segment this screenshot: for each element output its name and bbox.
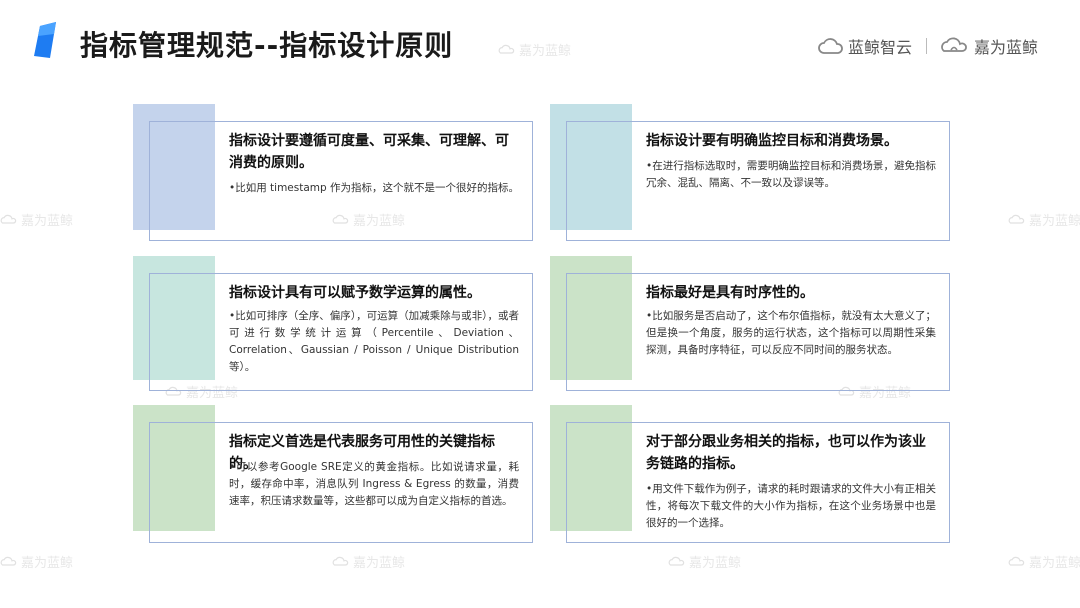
watermark-text: 嘉为蓝鲸: [1029, 214, 1080, 229]
watermark: 嘉为蓝鲸: [1008, 210, 1080, 229]
watermark-text: 嘉为蓝鲸: [353, 556, 406, 571]
card-body: •比如用 timestamp 作为指标，这个就不是一个很好的指标。: [229, 182, 520, 194]
logo-mark-icon: [34, 22, 56, 58]
card-heading: 指标最好是具有时序性的。: [646, 285, 814, 301]
card-body: •用文件下载作为例子，请求的耗时跟请求的文件大小有正相关性，将每次下载文件的大小…: [646, 483, 936, 529]
watermark-logo-icon: [668, 556, 685, 566]
principle-card: 指标设计要有明确监控目标和消费场景。 •在进行指标选取时，需要明确监控目标和消费…: [550, 104, 950, 241]
principle-card: 指标定义首选是代表服务可用性的关键指标的。 •可以参考Google SRE定义的…: [133, 405, 533, 543]
watermark: 嘉为蓝鲸: [0, 552, 73, 571]
watermark-logo-icon: [498, 44, 515, 54]
card-body: •比如可排序（全序、偏序），可运算（加减乘除与或非），或者可进行数学统计运算（P…: [229, 310, 519, 373]
watermark-text: 嘉为蓝鲸: [1029, 556, 1080, 571]
watermark-text: 嘉为蓝鲸: [21, 556, 74, 571]
watermark-logo-icon: [1008, 214, 1025, 224]
page-title: 指标管理规范--指标设计原则: [80, 29, 454, 62]
card-body: •可以参考Google SRE定义的黄金指标。比如说请求量，耗时，缓存命中率，消…: [229, 461, 519, 507]
brand-divider: [926, 38, 927, 54]
principle-card: 对于部分跟业务相关的指标，也可以作为该业务链路的指标。 •用文件下载作为例子，请…: [550, 405, 950, 543]
principle-card: 指标最好是具有时序性的。 •比如服务是否启动了，这个布尔值指标，就没有太大意义了…: [550, 256, 950, 391]
watermark-logo-icon: [1008, 556, 1025, 566]
watermark-logo-icon: [0, 556, 17, 566]
card-heading: 指标设计具有可以赋予数学运算的属性。: [229, 285, 481, 301]
whale-logo-icon: [941, 37, 967, 52]
card-heading: 指标设计要遵循可度量、可采集、可理解、可消费的原则。: [229, 133, 509, 171]
watermark-logo-icon: [0, 214, 17, 224]
brand-secondary: 嘉为蓝鲸: [940, 34, 1038, 58]
watermark-text: 嘉为蓝鲸: [519, 44, 572, 59]
brand-primary: 蓝鲸智云: [818, 34, 912, 58]
watermark-text: 嘉为蓝鲸: [21, 214, 74, 229]
watermark-logo-icon: [332, 556, 349, 566]
watermark: 嘉为蓝鲸: [332, 552, 405, 571]
cloud-logo-icon: [818, 38, 843, 54]
watermark: 嘉为蓝鲸: [0, 210, 73, 229]
watermark: 嘉为蓝鲸: [498, 40, 571, 59]
card-heading: 指标设计要有明确监控目标和消费场景。: [646, 133, 898, 149]
brand-primary-text: 蓝鲸智云: [848, 38, 913, 57]
principle-card: 指标设计要遵循可度量、可采集、可理解、可消费的原则。 •比如用 timestam…: [133, 104, 533, 241]
card-heading: 对于部分跟业务相关的指标，也可以作为该业务链路的指标。: [646, 434, 926, 472]
card-body: •比如服务是否启动了，这个布尔值指标，就没有太大意义了；但是换一个角度，服务的运…: [646, 310, 936, 356]
watermark: 嘉为蓝鲸: [668, 552, 741, 571]
principle-card: 指标设计具有可以赋予数学运算的属性。 •比如可排序（全序、偏序），可运算（加减乘…: [133, 256, 533, 391]
watermark: 嘉为蓝鲸: [1008, 552, 1080, 571]
watermark-text: 嘉为蓝鲸: [689, 556, 742, 571]
brand-secondary-text: 嘉为蓝鲸: [974, 38, 1039, 57]
card-body: •在进行指标选取时，需要明确监控目标和消费场景，避免指标冗余、混乱、隔离、不一致…: [646, 160, 936, 189]
